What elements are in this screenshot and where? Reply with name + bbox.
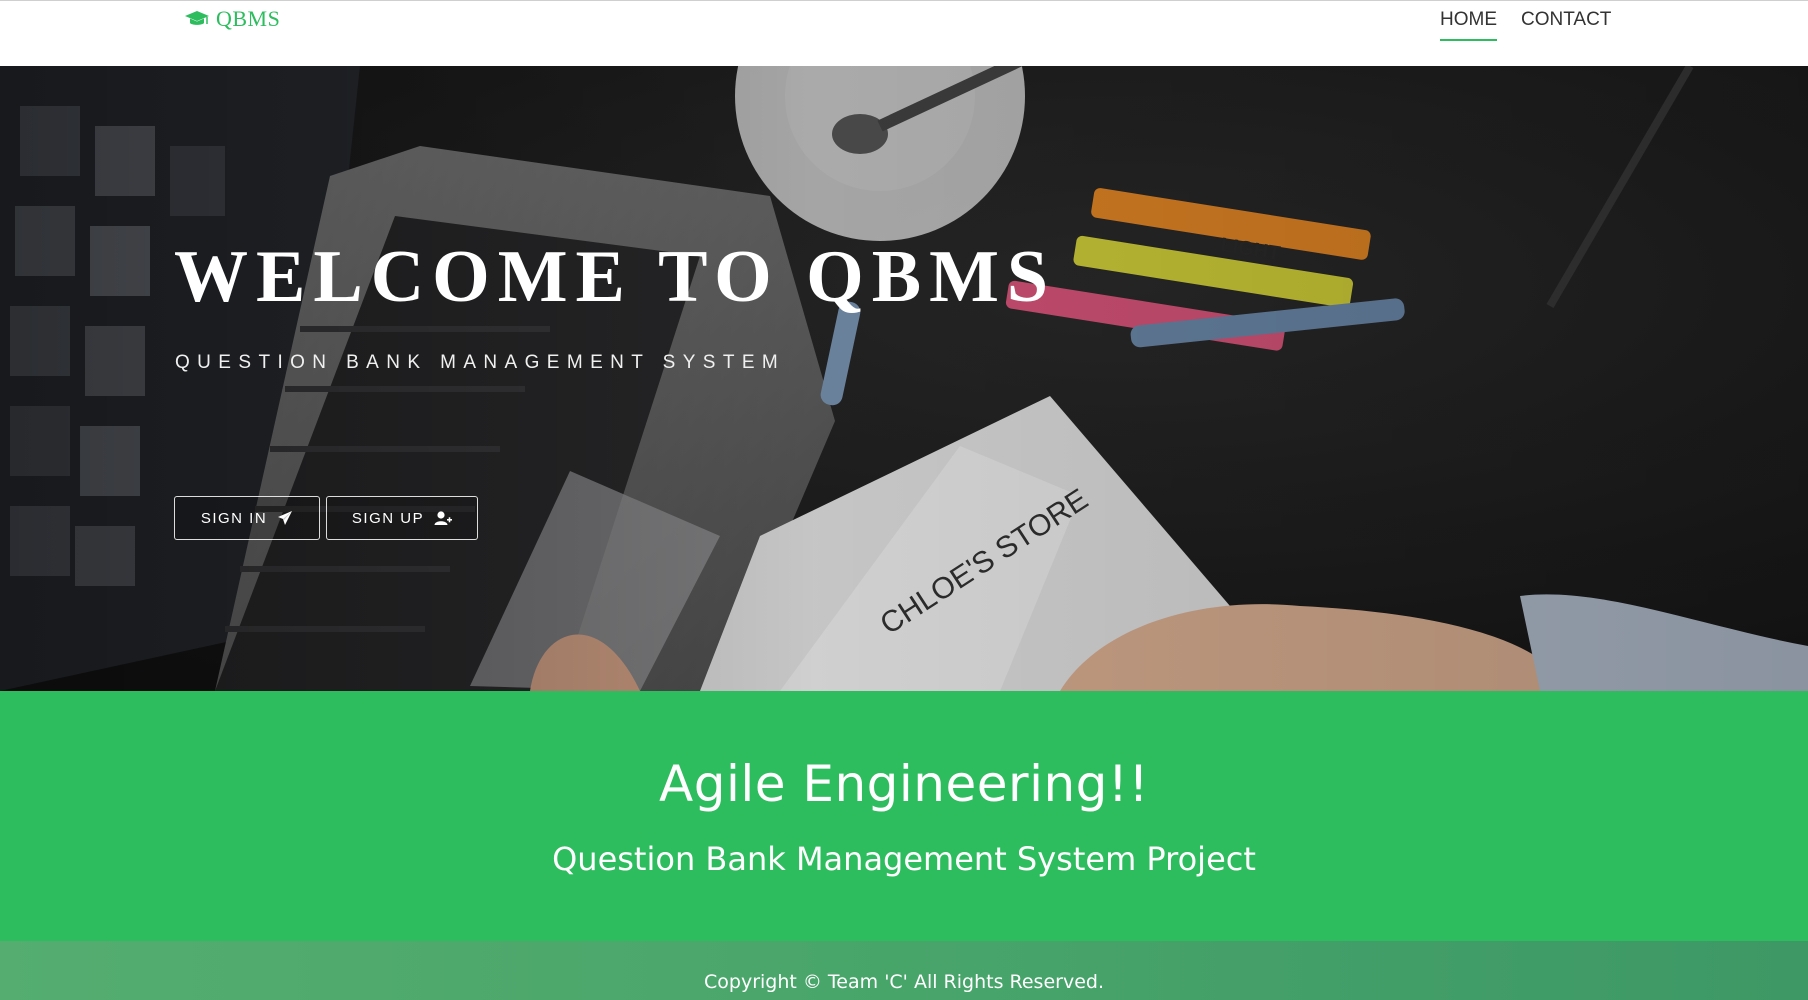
user-plus-icon	[434, 510, 453, 526]
brand-logo-link[interactable]: QBMS	[184, 5, 280, 33]
about-section: Agile Engineering!! Question Bank Manage…	[0, 691, 1808, 941]
brand-name: QBMS	[216, 6, 281, 31]
nav-link-contact[interactable]: CONTACT	[1521, 1, 1611, 39]
landing-page: QBMS HOME CONTACT WELCOME TO QBMS QUESTI…	[0, 0, 1808, 1000]
hero-title: WELCOME TO QBMS	[174, 236, 1057, 318]
sign-in-label: SIGN IN	[200, 509, 268, 527]
hero-subtitle: QUESTION BANK MANAGEMENT SYSTEM	[175, 352, 786, 373]
nav-link-home[interactable]: HOME	[1440, 1, 1497, 41]
sign-up-button[interactable]: SIGN UP	[326, 496, 478, 540]
hero-section: LIGHT CHLOE'S STORE WELCOME TO QBMS QUES…	[0, 66, 1808, 691]
nav-links: HOME CONTACT	[1440, 1, 1611, 67]
top-navbar: QBMS HOME CONTACT	[0, 0, 1808, 66]
sign-in-button[interactable]: SIGN IN	[174, 496, 320, 540]
hero-dark-overlay	[0, 66, 1808, 691]
copyright-text: Copyright © Team 'C' All Rights Reserved…	[704, 971, 1104, 993]
paper-plane-icon	[277, 510, 293, 526]
sign-up-label: SIGN UP	[351, 509, 425, 527]
graduation-cap-icon	[184, 9, 210, 29]
hero-buttons: SIGN IN SIGN UP	[174, 496, 478, 540]
about-heading: Agile Engineering!!	[659, 755, 1149, 813]
page-footer: Copyright © Team 'C' All Rights Reserved…	[0, 941, 1808, 1000]
about-subheading: Question Bank Management System Project	[552, 840, 1256, 878]
